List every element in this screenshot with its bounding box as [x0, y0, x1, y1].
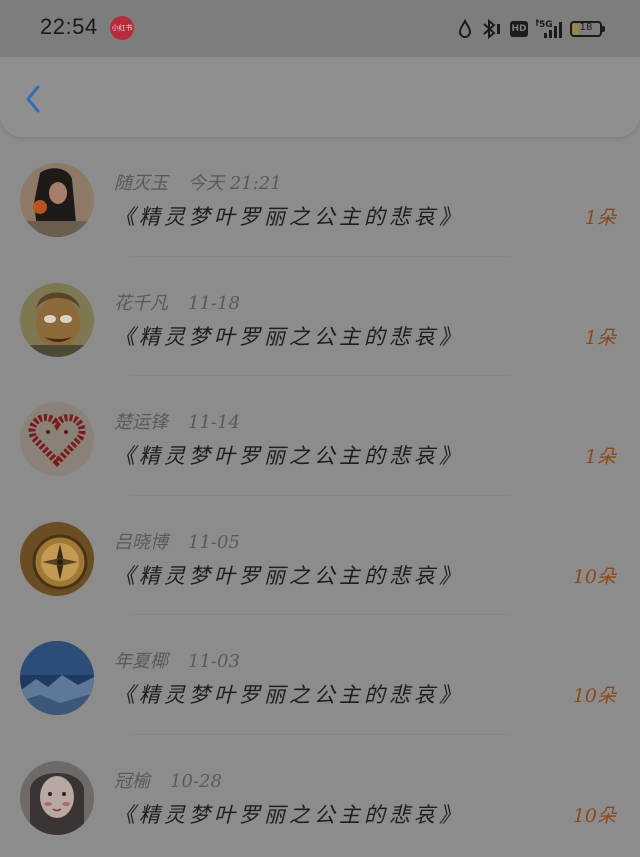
list-item[interactable]: 吕晓博 11-05 《精灵梦叶罗丽之公主的悲哀》 10朵: [0, 496, 640, 615]
sender-name: 随灭玉: [114, 173, 168, 194]
avatar[interactable]: [20, 641, 94, 715]
list-item[interactable]: 冠榆 10-28 《精灵梦叶罗丽之公主的悲哀》 10朵: [0, 735, 640, 855]
status-time: 22:54: [40, 14, 98, 39]
back-button[interactable]: [18, 81, 52, 117]
signal-5g-icon: 5G: [536, 18, 562, 40]
work-title: 《精灵梦叶罗丽之公主的悲哀》: [114, 205, 464, 229]
app-notification-icon: 小红书: [110, 16, 134, 40]
avatar[interactable]: [20, 163, 94, 237]
send-date: 10-28: [170, 770, 222, 792]
list-item[interactable]: 年夏椰 11-03 《精灵梦叶罗丽之公主的悲哀》 10朵: [0, 615, 640, 735]
drop-icon: [458, 19, 472, 38]
sender-name: 花千凡: [114, 292, 168, 314]
work-title: 《精灵梦叶罗丽之公主的悲哀》: [114, 444, 464, 468]
gift-amount: 10朵: [572, 685, 616, 707]
gift-amount: 1朵: [584, 207, 616, 229]
list-item[interactable]: 随灭玉 今天 21:21 《精灵梦叶罗丽之公主的悲哀》 1朵: [0, 137, 640, 257]
work-title: 《精灵梦叶罗丽之公主的悲哀》: [114, 802, 464, 827]
battery-icon: 18: [570, 21, 605, 37]
avatar[interactable]: [20, 402, 94, 476]
send-date: 11-05: [188, 531, 240, 553]
sender-info: 花千凡 11-18: [114, 289, 240, 315]
battery-level: 18: [579, 22, 593, 33]
avatar[interactable]: [20, 282, 94, 357]
work-title: 《精灵梦叶罗丽之公主的悲哀》: [114, 683, 464, 707]
send-date: 11-03: [188, 651, 240, 672]
sender-name: 楚运锋: [114, 412, 168, 433]
sender-info: 随灭玉 今天 21:21: [114, 169, 282, 195]
gift-amount: 1朵: [584, 446, 616, 468]
sender-name: 冠榆: [114, 770, 150, 792]
work-title: 《精灵梦叶罗丽之公主的悲哀》: [114, 563, 464, 588]
bluetooth-icon: [483, 18, 500, 40]
send-date: 今天 21:21: [188, 173, 282, 194]
status-bar: 22:54 小红书 HD 5G 18: [0, 0, 640, 57]
gift-record-list: 随灭玉 今天 21:21 《精灵梦叶罗丽之公主的悲哀》 1朵 花千凡 11-18 《…: [0, 137, 640, 854]
gift-amount: 10朵: [572, 565, 616, 588]
sender-name: 吕晓博: [114, 531, 168, 553]
sender-info: 楚运锋 11-14: [114, 408, 240, 434]
work-title: 《精灵梦叶罗丽之公主的悲哀》: [114, 324, 464, 349]
chevron-left-icon: [26, 85, 40, 113]
list-item[interactable]: 花千凡 11-18 《精灵梦叶罗丽之公主的悲哀》 1朵: [0, 257, 640, 376]
status-icons: HD 5G 18: [458, 16, 605, 42]
send-date: 11-18: [188, 292, 240, 314]
sender-name: 年夏椰: [114, 651, 168, 672]
avatar[interactable]: [20, 521, 94, 596]
avatar[interactable]: [20, 760, 94, 835]
gift-amount: 10朵: [572, 804, 616, 827]
nav-bar: [0, 57, 640, 137]
svg-text:5G: 5G: [539, 20, 553, 30]
send-date: 11-14: [188, 412, 240, 433]
hd-icon: HD: [510, 21, 528, 37]
sender-info: 年夏椰 11-03: [114, 647, 240, 673]
gift-amount: 1朵: [584, 326, 616, 349]
sender-info: 冠榆 10-28: [114, 767, 222, 793]
sender-info: 吕晓博 11-05: [114, 528, 240, 554]
list-item[interactable]: 楚运锋 11-14 《精灵梦叶罗丽之公主的悲哀》 1朵: [0, 376, 640, 496]
